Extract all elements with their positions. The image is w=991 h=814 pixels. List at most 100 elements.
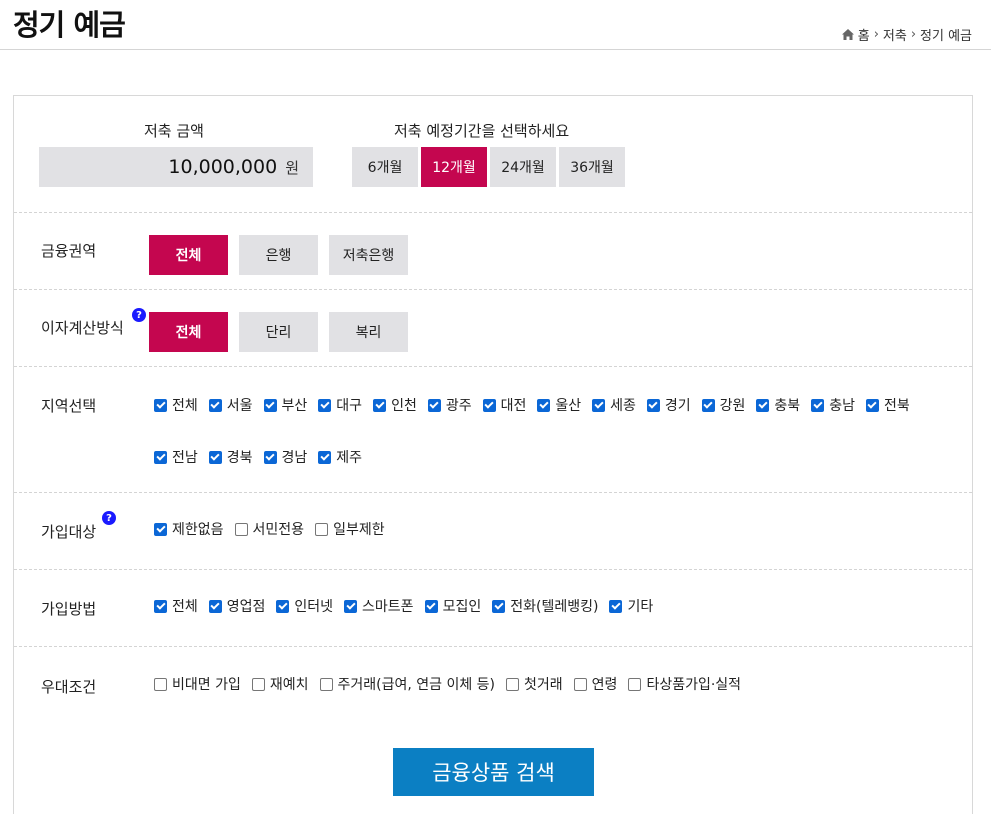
checkbox[interactable]	[492, 599, 506, 613]
checkbox[interactable]	[609, 599, 623, 613]
interest-button-simple[interactable]: 단리	[239, 312, 318, 352]
region-checkbox-item[interactable]: 울산	[537, 395, 581, 415]
target-checkbox-item[interactable]: 서민전용	[234, 519, 304, 539]
checkbox[interactable]	[263, 398, 277, 412]
checkbox[interactable]	[154, 398, 167, 412]
preference-checkbox-item[interactable]: 타상품가입·실적	[628, 674, 741, 694]
checkbox[interactable]	[318, 450, 332, 464]
checkbox[interactable]	[154, 677, 167, 691]
method-checkbox-item[interactable]: 전체	[154, 596, 198, 616]
checkbox[interactable]	[154, 522, 167, 536]
region-checkbox-item[interactable]: 충북	[756, 395, 800, 415]
checkbox-label: 영업점	[226, 599, 266, 615]
region-checkbox-item[interactable]: 세종	[592, 395, 636, 415]
checkbox[interactable]	[208, 398, 222, 412]
preference-checkbox-item[interactable]: 재예치	[251, 674, 309, 694]
region-checkbox-item[interactable]: 대구	[318, 395, 362, 415]
interest-button-compound[interactable]: 복리	[329, 312, 408, 352]
checkbox-label: 인터넷	[294, 599, 334, 615]
method-row: 가입방법 전체 영업점 인터넷 스마트폰 모집인 전화(텔레뱅킹) 기타	[14, 569, 972, 646]
period-button-12m[interactable]: 12개월	[421, 147, 487, 187]
sector-label: 금융권역	[41, 242, 97, 260]
target-checkbox-item[interactable]: 제한없음	[154, 519, 224, 539]
checkbox[interactable]	[573, 677, 587, 691]
method-label: 가입방법	[41, 600, 97, 618]
checkbox[interactable]	[811, 398, 825, 412]
amount-input[interactable]: 10,000,000 원	[39, 147, 313, 187]
checkbox[interactable]	[592, 398, 606, 412]
checkbox[interactable]	[537, 398, 551, 412]
sector-button-bank[interactable]: 은행	[239, 235, 318, 275]
region-checkbox-item[interactable]: 전체	[154, 395, 198, 415]
preference-row: 우대조건 비대면 가입 재예치 주거래(급여, 연금 이체 등) 첫거래 연령 타상품가입…	[14, 646, 972, 746]
breadcrumb-home[interactable]: 홈	[858, 25, 870, 44]
checkbox[interactable]	[628, 677, 642, 691]
region-checkbox-item[interactable]: 대전	[482, 395, 526, 415]
checkbox[interactable]	[208, 450, 222, 464]
region-checkbox-item[interactable]: 충남	[811, 395, 855, 415]
checkbox[interactable]	[319, 677, 333, 691]
checkbox[interactable]	[344, 599, 358, 613]
breadcrumb-savings[interactable]: 저축	[883, 25, 907, 44]
region-checkbox-group: 전체 서울 부산 대구 인천 광주 대전 울산 세종 경기 강원 충북 충남 전북전남 경북 경남 제주	[154, 395, 966, 467]
checkbox[interactable]	[482, 398, 496, 412]
region-checkbox-item[interactable]: 인천	[373, 395, 417, 415]
checkbox[interactable]	[701, 398, 715, 412]
region-checkbox-item[interactable]: 광주	[427, 395, 472, 415]
method-checkbox-item[interactable]: 기타	[609, 596, 653, 616]
checkbox[interactable]	[424, 599, 438, 613]
help-icon[interactable]: ?	[132, 308, 146, 322]
method-checkbox-item[interactable]: 영업점	[208, 596, 266, 616]
checkbox[interactable]	[373, 398, 387, 412]
checkbox-label: 타상품가입·실적	[646, 677, 742, 693]
method-checkbox-item[interactable]: 인터넷	[276, 596, 333, 616]
checkbox-label: 울산	[555, 398, 582, 414]
region-checkbox-item[interactable]: 경기	[646, 395, 691, 415]
checkbox[interactable]	[154, 599, 167, 613]
region-checkbox-item[interactable]: 부산	[263, 395, 307, 415]
interest-button-all[interactable]: 전체	[149, 312, 228, 352]
checkbox[interactable]	[315, 522, 329, 536]
checkbox[interactable]	[427, 398, 441, 412]
region-checkbox-item[interactable]: 서울	[208, 395, 253, 415]
method-checkbox-item[interactable]: 전화(텔레뱅킹)	[492, 596, 598, 616]
checkbox-label: 세종	[610, 398, 636, 414]
checkbox[interactable]	[276, 599, 290, 613]
checkbox[interactable]	[756, 398, 770, 412]
period-button-24m[interactable]: 24개월	[490, 147, 556, 187]
region-checkbox-item[interactable]: 제주	[318, 447, 362, 467]
period-button-36m[interactable]: 36개월	[559, 147, 625, 187]
period-button-6m[interactable]: 6개월	[352, 147, 418, 187]
sector-button-savings-bank[interactable]: 저축은행	[329, 235, 408, 275]
checkbox-label: 전화(텔레뱅킹)	[510, 599, 599, 615]
checkbox[interactable]	[251, 677, 265, 691]
checkbox[interactable]	[234, 522, 248, 536]
checkbox-label: 전북	[883, 398, 910, 414]
amount-value: 10,000,000	[168, 156, 278, 178]
preference-checkbox-item[interactable]: 비대면 가입	[154, 674, 241, 694]
region-checkbox-item[interactable]: 강원	[701, 395, 745, 415]
target-checkbox-item[interactable]: 일부제한	[315, 519, 385, 539]
preference-checkbox-item[interactable]: 주거래(급여, 연금 이체 등)	[319, 674, 495, 694]
target-checkbox-group: 제한없음 서민전용 일부제한	[154, 519, 396, 539]
sector-button-all[interactable]: 전체	[149, 235, 228, 275]
checkbox[interactable]	[865, 398, 879, 412]
checkbox[interactable]	[154, 450, 167, 464]
preference-checkbox-item[interactable]: 연령	[573, 674, 617, 694]
checkbox[interactable]	[506, 677, 520, 691]
checkbox[interactable]	[208, 599, 222, 613]
help-icon[interactable]: ?	[102, 511, 116, 525]
checkbox[interactable]	[318, 398, 332, 412]
region-checkbox-item[interactable]: 전남	[154, 447, 198, 467]
method-checkbox-item[interactable]: 모집인	[424, 596, 481, 616]
region-checkbox-item[interactable]: 전북	[865, 395, 910, 415]
preference-checkbox-item[interactable]: 첫거래	[506, 674, 563, 694]
region-checkbox-item[interactable]: 경남	[263, 447, 307, 467]
breadcrumb-current: 정기 예금	[920, 29, 972, 44]
method-checkbox-item[interactable]: 스마트폰	[344, 596, 414, 616]
checkbox[interactable]	[263, 450, 277, 464]
region-checkbox-item[interactable]: 경북	[208, 447, 253, 467]
checkbox-label: 서울	[226, 398, 253, 414]
search-button[interactable]: 금융상품 검색	[393, 748, 594, 796]
checkbox[interactable]	[646, 398, 660, 412]
